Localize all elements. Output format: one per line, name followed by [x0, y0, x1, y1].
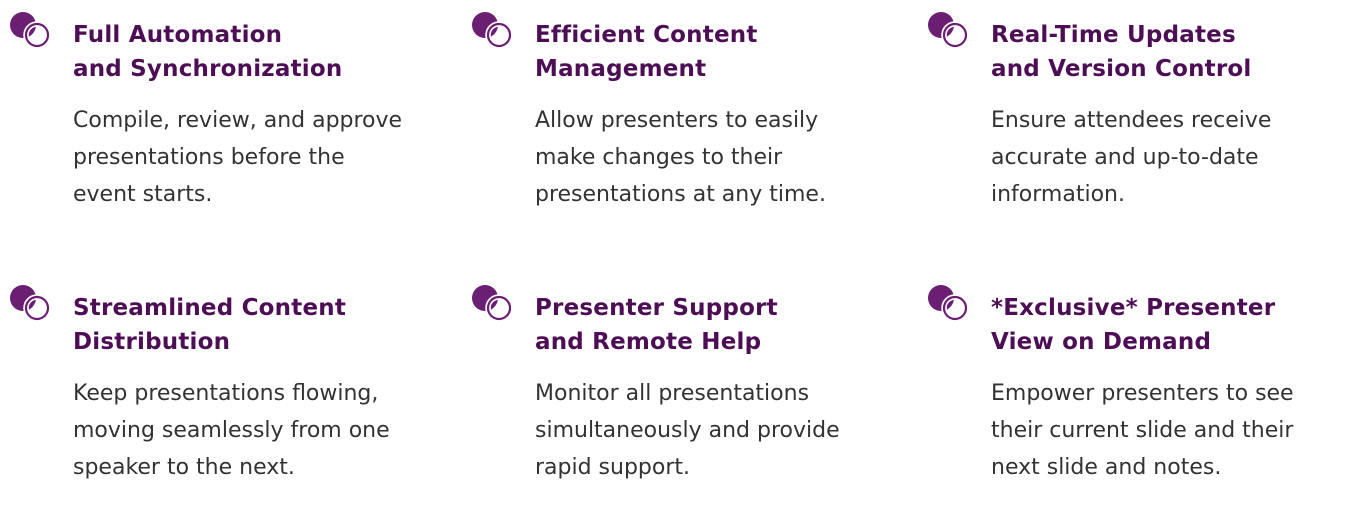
feature-description: Compile, review, and approve presentatio…: [73, 102, 433, 213]
feature-title-line: and Version Control: [991, 56, 1252, 82]
feature-description-line: speaker to the next.: [73, 455, 295, 480]
feature-title-line: Full Automation: [73, 22, 283, 48]
feature-title-line: Management: [535, 56, 707, 82]
overlapping-circles-icon: [928, 12, 969, 49]
feature-title-line: Distribution: [73, 329, 231, 355]
feature-description-line: next slide and notes.: [991, 455, 1222, 480]
feature-description-line: Allow presenters to easily: [535, 108, 819, 133]
feature-description-line: event starts.: [73, 182, 213, 207]
overlapping-circles-icon: [472, 12, 513, 49]
overlapping-circles-icon: [10, 285, 51, 322]
feature-description-line: Compile, review, and approve: [73, 108, 403, 133]
feature-title: Streamlined Content Distribution: [73, 291, 433, 359]
overlapping-circles-icon: [10, 12, 51, 49]
feature-description-line: moving seamlessly from one: [73, 418, 390, 443]
feature-title: Full Automation and Synchronization: [73, 18, 433, 86]
feature-description: Empower presenters to see their current …: [991, 375, 1351, 486]
feature-description-line: Ensure attendees receive: [991, 108, 1272, 133]
feature-description-line: Keep presentations flowing,: [73, 381, 379, 406]
feature-description-line: Empower presenters to see: [991, 381, 1294, 406]
feature-title-line: View on Demand: [991, 329, 1212, 355]
feature-description-line: rapid support.: [535, 455, 691, 480]
feature-description: Keep presentations flowing, moving seaml…: [73, 375, 433, 486]
feature-description-line: presentations before the: [73, 145, 345, 170]
feature-description-line: presentations at any time.: [535, 182, 826, 207]
feature-description-line: make changes to their: [535, 145, 783, 170]
feature-description-line: their current slide and their: [991, 418, 1294, 443]
feature-title-line: and Remote Help: [535, 329, 762, 355]
feature-title-line: and Synchronization: [73, 56, 343, 82]
feature-title-line: Streamlined Content: [73, 295, 347, 321]
feature-title: Real-Time Updates and Version Control: [991, 18, 1351, 86]
feature-title-line: Real-Time Updates: [991, 22, 1236, 48]
feature-title: *Exclusive* Presenter View on Demand: [991, 291, 1351, 359]
feature-title: Efficient Content Management: [535, 18, 895, 86]
feature-grid: Full Automation and Synchronization Comp…: [0, 0, 1354, 509]
overlapping-circles-icon: [472, 285, 513, 322]
feature-title-line: Presenter Support: [535, 295, 778, 321]
feature-title: Presenter Support and Remote Help: [535, 291, 895, 359]
feature-description-line: accurate and up-to-date: [991, 145, 1259, 170]
feature-title-line: *Exclusive* Presenter: [991, 295, 1276, 321]
feature-description: Ensure attendees receive accurate and up…: [991, 102, 1351, 213]
feature-description-line: Monitor all presentations: [535, 381, 810, 406]
overlapping-circles-icon: [928, 285, 969, 322]
feature-description-line: simultaneously and provide: [535, 418, 840, 443]
feature-description: Monitor all presentations simultaneously…: [535, 375, 895, 486]
feature-description: Allow presenters to easily make changes …: [535, 102, 895, 213]
feature-title-line: Efficient Content: [535, 22, 758, 48]
feature-description-line: information.: [991, 182, 1125, 207]
